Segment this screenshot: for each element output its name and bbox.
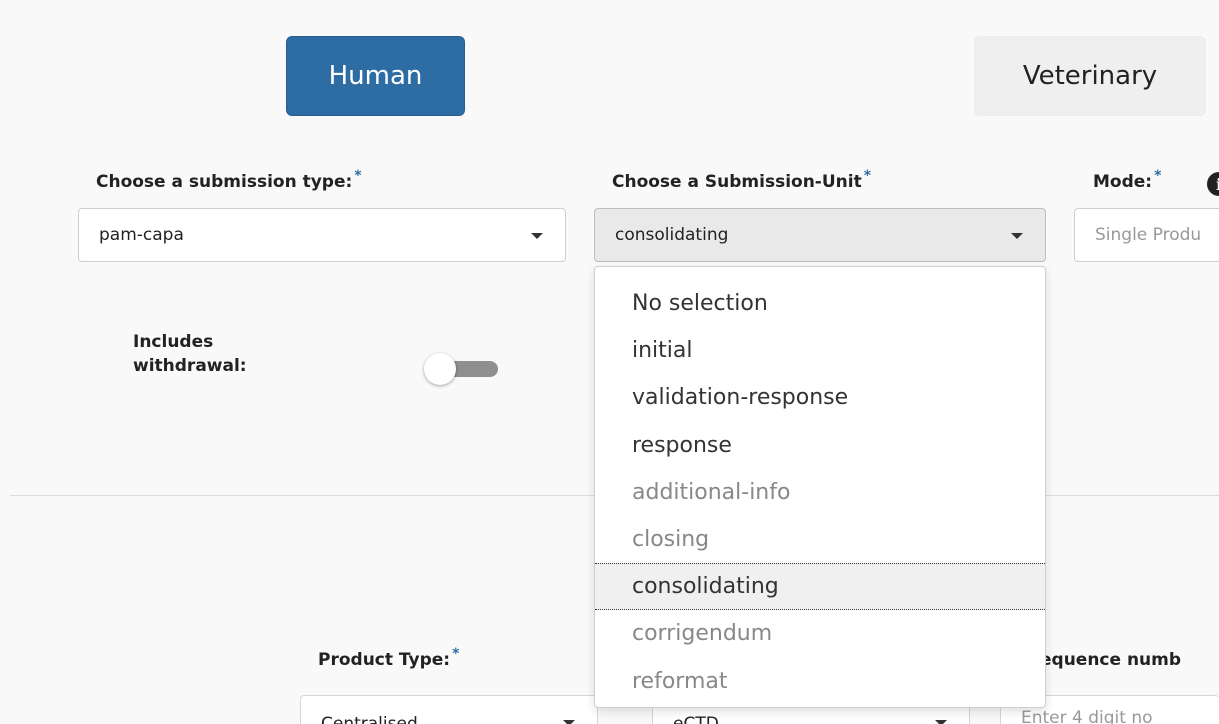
sequence-number-label: equence numb <box>1040 650 1182 670</box>
mode-label-text: Mode: <box>1093 172 1153 192</box>
option-reformat: reformat <box>632 668 728 694</box>
option-validation-response[interactable]: validation-response <box>595 374 1045 421</box>
withdrawal-label: Includes withdrawal: <box>133 330 247 378</box>
product-type-label: Product Type: * <box>318 646 459 670</box>
sequence-number-placeholder: Enter 4 digit no <box>1021 708 1153 724</box>
submission-type-select[interactable]: pam-capa <box>78 208 566 262</box>
option-closing: closing <box>632 526 710 552</box>
page: Human Veterinary Choose a submission typ… <box>0 0 1219 724</box>
product-type-label-text: Product Type: <box>318 650 451 670</box>
required-mark: * <box>1154 168 1162 184</box>
info-icon[interactable]: i <box>1207 172 1219 196</box>
option-additional-info: additional-info <box>632 479 791 505</box>
mode-placeholder: Single Produ <box>1095 225 1202 245</box>
required-mark: * <box>863 168 872 184</box>
submission-unit-select[interactable]: consolidating <box>594 208 1046 262</box>
submission-unit-dropdown: No selection initial validation-response… <box>594 266 1046 708</box>
submission-unit-value: consolidating <box>615 225 729 245</box>
option-response[interactable]: response <box>595 422 1045 469</box>
chevron-down-icon <box>935 720 947 724</box>
required-mark: * <box>354 168 362 184</box>
toggle-knob[interactable] <box>424 353 456 385</box>
withdrawal-label-line1: Includes <box>133 332 214 352</box>
withdrawal-label-line2: withdrawal: <box>133 356 247 376</box>
mode-label: Mode: * <box>1093 168 1161 192</box>
chevron-down-icon <box>1011 233 1023 239</box>
option-initial[interactable]: initial <box>595 327 1045 374</box>
chevron-down-icon <box>563 720 575 724</box>
submission-unit-label: Choose a Submission-Unit * <box>612 168 871 192</box>
product-type-select[interactable]: Centralised <box>300 695 598 724</box>
product-type-value: Centralised <box>321 714 418 724</box>
required-mark: * <box>452 646 460 662</box>
human-button[interactable]: Human <box>286 36 465 116</box>
submission-type-label: Choose a submission type: * <box>96 168 362 192</box>
chevron-down-icon <box>531 233 543 239</box>
withdrawal-toggle[interactable] <box>424 352 498 386</box>
submission-type-label-text: Choose a submission type: <box>96 172 353 192</box>
option-corrigendum: corrigendum <box>632 621 773 647</box>
submission-type-value: pam-capa <box>99 225 184 245</box>
option-consolidating[interactable]: consolidating <box>595 563 1045 611</box>
mode-select[interactable]: Single Produ <box>1074 208 1219 262</box>
submission-unit-label-text: Choose a Submission-Unit <box>612 172 862 192</box>
veterinary-button[interactable]: Veterinary <box>974 36 1206 116</box>
format-value: eCTD <box>673 714 719 724</box>
option-no-selection[interactable]: No selection <box>595 280 1045 327</box>
